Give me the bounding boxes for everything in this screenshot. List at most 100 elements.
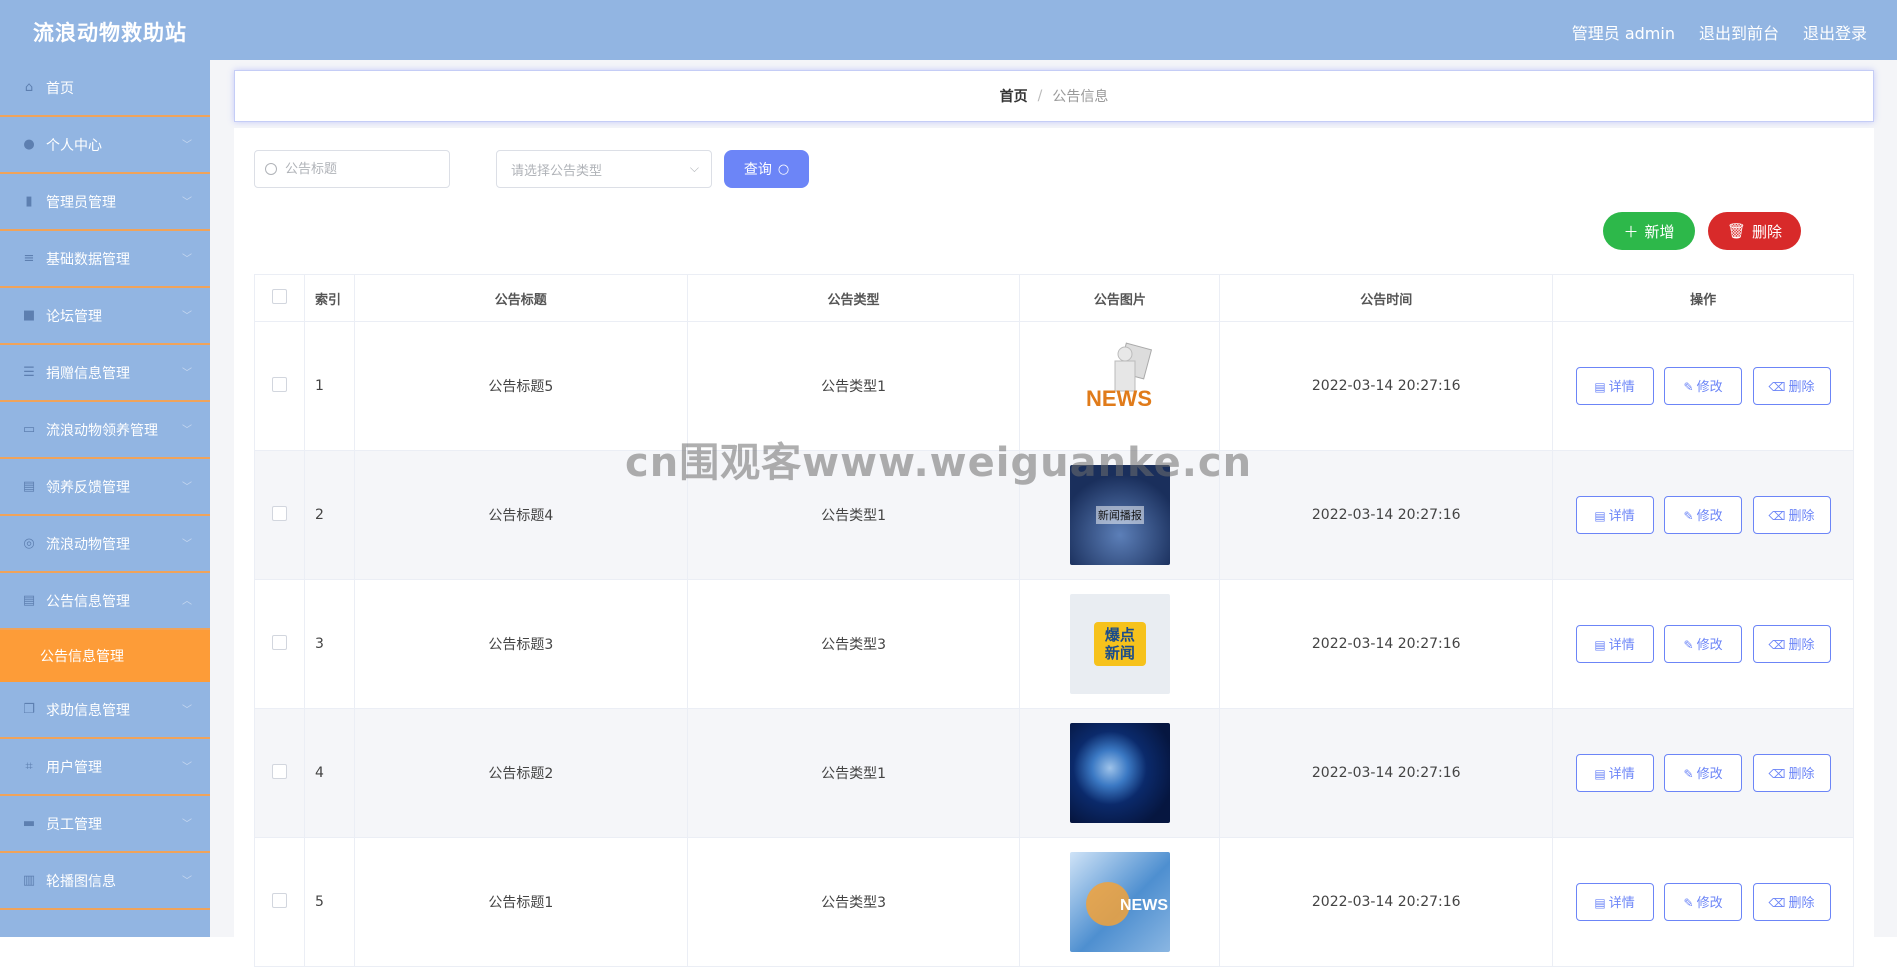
detail-label: 详情 <box>1608 767 1635 782</box>
notice-type-select[interactable]: 请选择公告类型 ⌵ <box>496 150 712 188</box>
row-time: 2022-03-14 20:27:16 <box>1219 837 1554 967</box>
delete-button[interactable]: ⌫ 删除 <box>1752 883 1831 921</box>
notice-image-hot-news[interactable]: 爆点新闻 <box>1069 594 1170 694</box>
edit-button[interactable]: ✎ 修改 <box>1664 883 1743 921</box>
select-all-checkbox[interactable] <box>271 288 287 304</box>
chevron-down-icon: ﹀ <box>182 818 192 830</box>
row-type: 公告类型1 <box>686 321 1021 451</box>
chevron-down-icon: ﹀ <box>182 481 192 493</box>
delete-button[interactable]: ⌫ 删除 <box>1752 496 1831 534</box>
edit-button[interactable]: ✎ 修改 <box>1664 625 1743 663</box>
select-all-header[interactable] <box>254 274 305 322</box>
row-checkbox[interactable] <box>271 763 287 779</box>
crop-icon: ⌗ <box>25 758 33 774</box>
exit-to-front-link[interactable]: 退出到前台 <box>1699 20 1779 44</box>
sidebar-item-home[interactable]: ⌂ 首页 <box>0 60 210 117</box>
edit-button[interactable]: ✎ 修改 <box>1664 367 1743 405</box>
delete-label: 删除 <box>1752 222 1783 241</box>
search-icon <box>265 163 277 175</box>
table-row: 1 公告标题5 公告类型1 NEWS 2022-03-14 20:27:16 ▤… <box>254 321 1854 451</box>
sidebar-subitem-notice-manage[interactable]: 公告信息管理 <box>0 630 210 682</box>
chevron-down-icon: ﹀ <box>182 310 192 322</box>
chevron-down-icon: ﹀ <box>182 704 192 716</box>
sidebar-item-label: 员工管理 <box>46 816 102 833</box>
row-index: 4 <box>303 708 355 838</box>
query-button[interactable]: 查询 ○ <box>724 150 809 188</box>
svg-text:NEWS: NEWS <box>1086 386 1152 411</box>
sidebar-item-admin[interactable]: ▮ 管理员管理 ﹀ <box>0 174 210 231</box>
row-index: 2 <box>303 450 355 580</box>
detail-button[interactable]: ▤ 详情 <box>1575 496 1654 534</box>
title-search-field[interactable] <box>254 150 450 188</box>
logout-link[interactable]: 退出登录 <box>1803 20 1867 44</box>
bar-chart-icon: ▮ <box>25 193 33 209</box>
row-checkbox[interactable] <box>271 505 287 521</box>
row-checkbox[interactable] <box>271 376 287 392</box>
card-icon: ▭ <box>22 421 36 437</box>
row-type: 公告类型1 <box>686 708 1021 838</box>
breadcrumb-home[interactable]: 首页 <box>1000 86 1028 106</box>
row-title: 公告标题3 <box>353 579 688 709</box>
row-index: 1 <box>303 321 355 451</box>
chevron-down-icon: ﹀ <box>182 424 192 436</box>
edit-label: 修改 <box>1696 638 1723 653</box>
table-row: 4 公告标题2 公告类型1 2022-03-14 20:27:16 ▤ 详情 ✎ 修… <box>254 708 1854 838</box>
sidebar-item-help[interactable]: ❐ 求助信息管理 ﹀ <box>0 682 210 739</box>
trash-icon: ⌫ <box>1768 380 1786 394</box>
row-checkbox[interactable] <box>271 634 287 650</box>
delete-label: 删除 <box>1788 896 1815 911</box>
image-caption: 新闻播报 <box>1095 506 1144 524</box>
detail-button[interactable]: ▤ 详情 <box>1575 754 1654 792</box>
detail-label: 详情 <box>1608 509 1635 524</box>
chat-icon: ▬ <box>22 815 36 831</box>
document-icon: ▤ <box>1594 896 1606 910</box>
sidebar-item-staff[interactable]: ▬ 员工管理 ﹀ <box>0 796 210 853</box>
detail-label: 详情 <box>1608 380 1635 395</box>
sidebar-item-users[interactable]: ⌗ 用户管理 ﹀ <box>0 739 210 796</box>
title-search-input[interactable] <box>283 160 437 178</box>
document-icon: ▤ <box>1594 509 1606 523</box>
header-links: 管理员 admin 退出到前台 退出登录 <box>1572 20 1867 44</box>
delete-button[interactable]: ⌫ 删除 <box>1752 754 1831 792</box>
notice-table: 索引 公告标题 公告类型 公告图片 公告时间 操作 1 公告标题5 公告类型1 … <box>254 274 1854 967</box>
row-index: 5 <box>303 837 355 967</box>
row-time: 2022-03-14 20:27:16 <box>1219 321 1554 451</box>
sidebar-item-label: 首页 <box>46 80 74 97</box>
breadcrumb-current: 公告信息 <box>1052 89 1109 105</box>
sidebar-item-notice[interactable]: ▤ 公告信息管理 ︿ <box>0 573 210 630</box>
admin-user-link[interactable]: 管理员 admin <box>1572 20 1675 44</box>
app-title: 流浪动物救助站 <box>33 21 187 45</box>
notice-image-news-figure[interactable]: NEWS <box>1069 336 1170 436</box>
delete-button[interactable]: ⌫ 删除 <box>1752 625 1831 663</box>
sidebar-item-adoption[interactable]: ▭ 流浪动物领养管理 ﹀ <box>0 402 210 459</box>
trash-icon: 🗑 <box>1726 222 1747 240</box>
sidebar-item-donation[interactable]: ☰ 捐赠信息管理 ﹀ <box>0 345 210 402</box>
detail-button[interactable]: ▤ 详情 <box>1575 625 1654 663</box>
row-checkbox[interactable] <box>271 892 287 908</box>
chevron-down-icon: ﹀ <box>182 253 192 265</box>
sidebar-item-forum[interactable]: ■ 论坛管理 ﹀ <box>0 288 210 345</box>
sidebar-item-basic-data[interactable]: ≡ 基础数据管理 ﹀ <box>0 231 210 288</box>
batch-delete-button[interactable]: 🗑 删除 <box>1708 212 1801 250</box>
delete-label: 删除 <box>1788 509 1815 524</box>
sidebar-item-profile[interactable]: ● 个人中心 ﹀ <box>0 117 210 174</box>
pen-icon: ✎ <box>1683 896 1694 910</box>
sidebar-item-feedback[interactable]: ▤ 领养反馈管理 ﹀ <box>0 459 210 516</box>
add-button[interactable]: ＋ 新增 <box>1603 212 1695 250</box>
delete-button[interactable]: ⌫ 删除 <box>1752 367 1831 405</box>
notice-image-news-blue[interactable]: NEWS <box>1069 852 1170 952</box>
notice-image-news-stage[interactable]: 新闻播报 <box>1069 465 1170 565</box>
edit-button[interactable]: ✎ 修改 <box>1664 496 1743 534</box>
notice-image-globe[interactable] <box>1069 723 1170 823</box>
row-index: 3 <box>303 579 355 709</box>
sidebar: ⌂ 首页 ● 个人中心 ﹀ ▮ 管理员管理 ﹀ ≡ 基础数据管理 ﹀ ■ 论坛管理 ﹀ ☰ 捐赠信息… <box>0 60 211 937</box>
document-icon: ▤ <box>1594 767 1606 781</box>
detail-button[interactable]: ▤ 详情 <box>1575 367 1654 405</box>
chevron-up-icon: ︿ <box>182 595 192 607</box>
delete-label: 删除 <box>1788 767 1815 782</box>
user-icon: ● <box>23 136 35 152</box>
sidebar-item-carousel[interactable]: ▥ 轮播图信息 ﹀ <box>0 853 210 910</box>
detail-button[interactable]: ▤ 详情 <box>1575 883 1654 921</box>
edit-button[interactable]: ✎ 修改 <box>1664 754 1743 792</box>
sidebar-item-animals[interactable]: ◎ 流浪动物管理 ﹀ <box>0 516 210 573</box>
